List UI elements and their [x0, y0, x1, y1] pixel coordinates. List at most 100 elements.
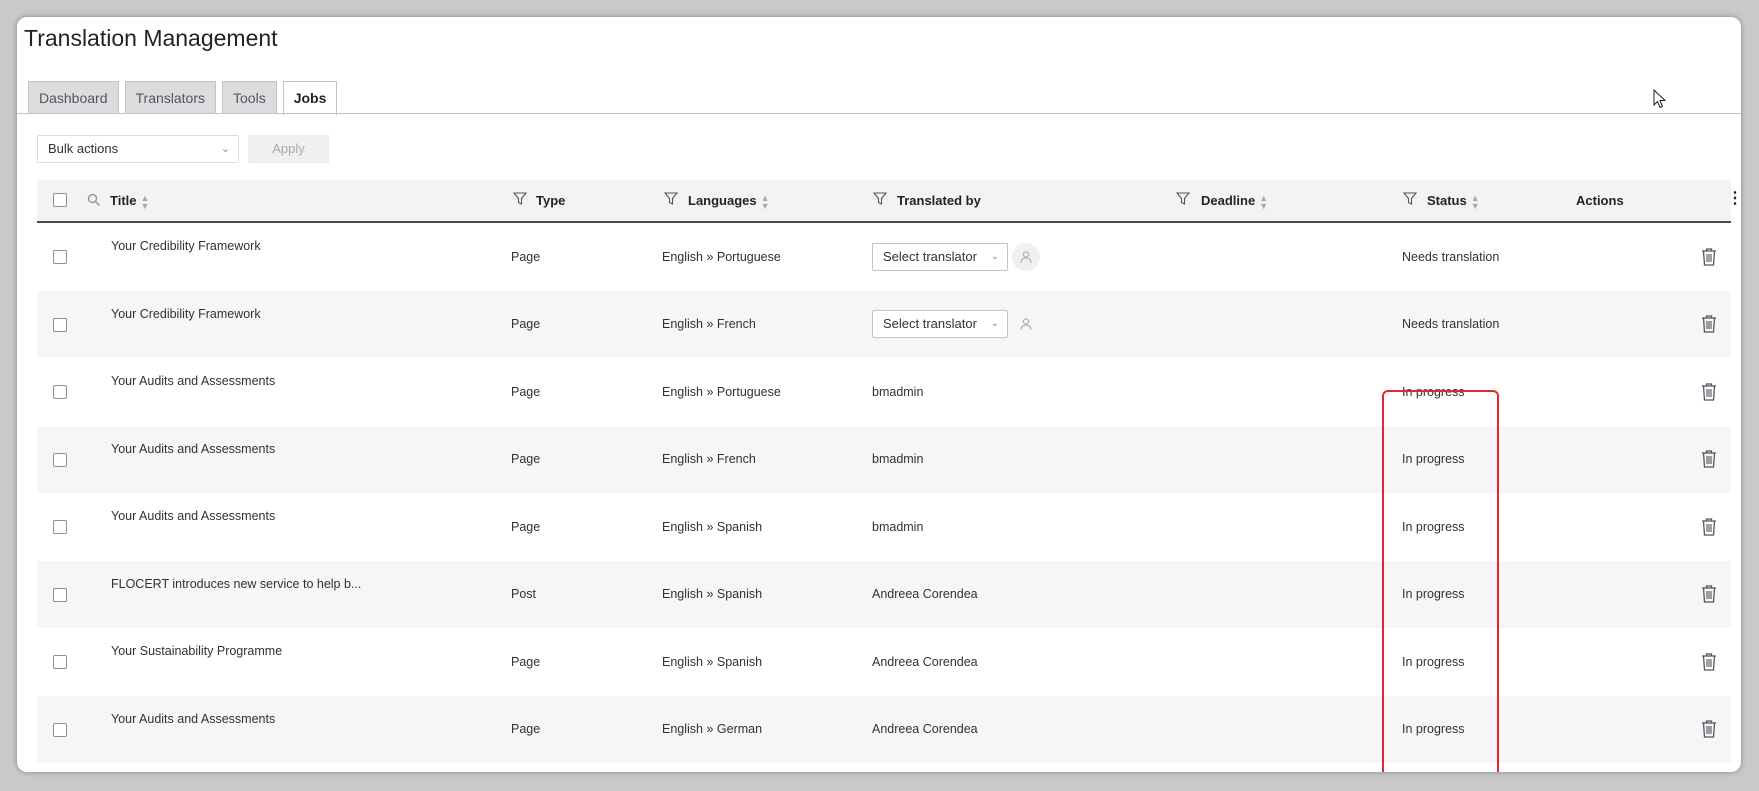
row-languages: English » French [662, 452, 756, 467]
row-translated-by: Andreea Corendea [872, 722, 978, 737]
trash-icon[interactable] [1701, 518, 1717, 536]
row-title[interactable]: Your Audits and Assessments [111, 374, 275, 388]
trash-icon[interactable] [1701, 248, 1717, 266]
row-type: Page [511, 722, 541, 737]
row-checkbox[interactable] [53, 452, 67, 467]
column-actions: Actions [1576, 193, 1624, 208]
tab-translators[interactable]: Translators [124, 81, 217, 113]
row-languages: English » Portuguese [662, 384, 781, 399]
row-title[interactable]: Your Credibility Framework [111, 307, 261, 321]
trash-icon[interactable] [1701, 585, 1717, 603]
row-checkbox[interactable] [53, 520, 67, 534]
trash-icon[interactable] [1701, 383, 1717, 401]
table-row: FLOCERT introduces new service to help b… [37, 560, 1731, 628]
table-header: Title ▲ ▼ Type Languages ▲ ▼ Translated by D… [37, 180, 1741, 223]
row-languages: English » French [662, 317, 756, 332]
row-title[interactable]: Your Audits and Assessments [111, 509, 275, 523]
filter-icon[interactable] [873, 192, 887, 206]
row-checkbox[interactable] [53, 655, 67, 669]
filter-icon[interactable] [664, 192, 678, 206]
trash-icon[interactable] [1701, 450, 1717, 468]
sort-icon[interactable]: ▲ ▼ [1471, 193, 1480, 210]
row-status: In progress [1402, 722, 1465, 737]
search-icon[interactable] [87, 193, 101, 207]
filter-icon[interactable] [1176, 192, 1190, 206]
sort-icon[interactable]: ▲ ▼ [761, 193, 770, 210]
row-checkbox[interactable] [53, 587, 67, 602]
row-status: In progress [1402, 519, 1465, 534]
row-title[interactable]: Your Audits and Assessments [111, 712, 275, 726]
avatar[interactable] [1012, 242, 1040, 271]
column-translated-by: Translated by [897, 193, 981, 208]
column-deadline[interactable]: Deadline ▲ ▼ [1201, 180, 1268, 221]
row-status: In progress [1402, 384, 1465, 399]
column-type: Type [536, 193, 566, 208]
tab-tools[interactable]: Tools [222, 81, 277, 113]
row-languages: English » Spanish [662, 587, 763, 602]
chevron-down-icon: ⌄ [220, 143, 230, 155]
row-checkbox[interactable] [53, 250, 67, 264]
table-row: Your Credibility Framework Page English … [37, 223, 1731, 291]
sort-icon[interactable]: ▲ ▼ [141, 193, 150, 210]
row-checkbox[interactable] [53, 317, 67, 332]
tab-jobs[interactable]: Jobs [282, 81, 338, 115]
row-translated-by: Andreea Corendea [872, 654, 978, 669]
row-translated-by: bmadmin [872, 384, 924, 399]
trash-icon[interactable] [1701, 653, 1717, 671]
column-title[interactable]: Title ▲ ▼ [110, 180, 149, 221]
row-title[interactable]: Your Credibility Framework [111, 239, 261, 253]
filter-icon[interactable] [513, 192, 527, 206]
table-row: Your Audits and Assessments Page English… [37, 425, 1731, 493]
table-row: Your Audits and Assessments Page English… [37, 358, 1731, 426]
row-translated-by: Andreea Corendea [872, 587, 978, 602]
translation-management-window: Translation Management Dashboard Transla… [17, 17, 1741, 772]
jobs-table: Title ▲ ▼ Type Languages ▲ ▼ Translated by D… [37, 180, 1741, 763]
row-title[interactable]: Your Audits and Assessments [111, 442, 275, 456]
row-title[interactable]: Your Sustainability Programme [111, 644, 282, 658]
avatar[interactable] [1012, 310, 1040, 338]
page-title: Translation Management [24, 25, 278, 51]
select-all-checkbox[interactable] [53, 193, 67, 207]
column-languages[interactable]: Languages ▲ ▼ [688, 180, 770, 221]
tab-dashboard[interactable]: Dashboard [28, 81, 119, 113]
table-row: Your Credibility Framework Page English … [37, 290, 1731, 358]
row-status: In progress [1402, 654, 1465, 669]
row-languages: English » German [662, 722, 763, 737]
row-status: In progress [1402, 452, 1465, 467]
apply-button[interactable]: Apply [248, 135, 329, 163]
select-translator-label: Select translator [883, 248, 977, 264]
user-icon [1020, 318, 1032, 331]
row-languages: English » Spanish [662, 519, 763, 534]
bulk-actions-value: Bulk actions [48, 141, 119, 156]
table-row: Your Audits and Assessments Page English… [37, 695, 1731, 763]
row-title[interactable]: FLOCERT introduces new service to help b… [111, 577, 361, 591]
select-translator-dropdown[interactable]: Select translator ⌄ [872, 242, 1008, 271]
row-languages: English » Portuguese [662, 249, 781, 264]
more-options-icon[interactable]: ⋮ [1727, 180, 1741, 221]
row-status: Needs translation [1402, 317, 1500, 332]
column-status[interactable]: Status ▲ ▼ [1427, 180, 1480, 221]
row-status: In progress [1402, 587, 1465, 602]
mouse-cursor-icon [1653, 89, 1667, 109]
column-title-label: Title [110, 193, 137, 208]
select-translator-label: Select translator [883, 316, 977, 332]
row-type: Page [511, 384, 541, 399]
column-deadline-label: Deadline [1201, 193, 1256, 208]
bulk-actions-select[interactable]: Bulk actions ⌄ [37, 135, 239, 163]
trash-icon[interactable] [1701, 315, 1717, 333]
row-type: Page [511, 317, 541, 332]
row-checkbox[interactable] [53, 385, 67, 399]
row-languages: English » Spanish [662, 654, 763, 669]
table-row: Your Audits and Assessments Page English… [37, 493, 1731, 561]
tab-bar: Dashboard Translators Tools Jobs [28, 81, 343, 115]
row-checkbox[interactable] [53, 722, 67, 737]
filter-icon[interactable] [1403, 192, 1417, 206]
row-status: Needs translation [1402, 249, 1500, 264]
row-type: Page [511, 249, 541, 264]
trash-icon[interactable] [1701, 720, 1717, 738]
row-type: Page [511, 452, 541, 467]
row-type: Page [511, 654, 541, 669]
column-status-label: Status [1427, 193, 1467, 208]
select-translator-dropdown[interactable]: Select translator ⌄ [872, 310, 1008, 339]
sort-icon[interactable]: ▲ ▼ [1259, 193, 1268, 210]
